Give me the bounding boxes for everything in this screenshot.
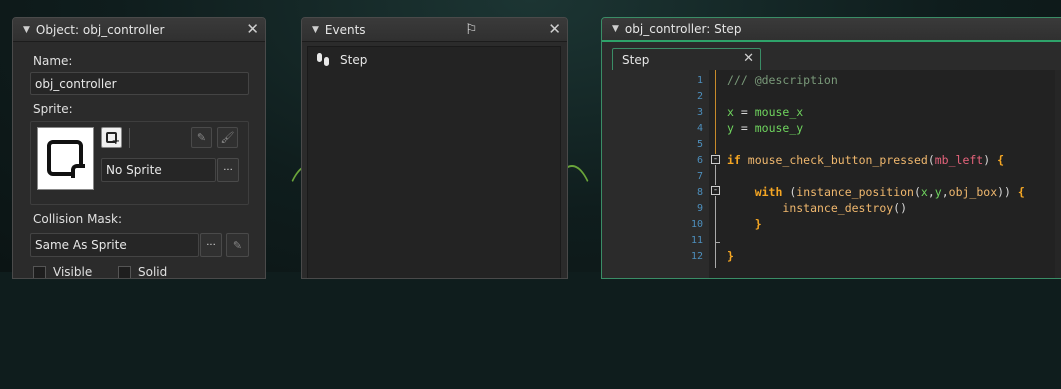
object-properties-panel: ▼ Object: obj_controller ✕ Name: obj_con… [12, 17, 266, 279]
footprint-right [324, 57, 329, 66]
object-name-field[interactable]: obj_controller [30, 72, 249, 95]
visible-label: Visible [53, 265, 93, 279]
events-list: Step [307, 46, 561, 278]
line-number: 1 [696, 75, 703, 86]
object-panel-titlebar[interactable]: ▼ Object: obj_controller ✕ [13, 18, 265, 42]
line-number: 2 [696, 91, 703, 102]
flag-icon[interactable]: ⚐ [465, 22, 478, 38]
tab-step[interactable]: Step ✕ [612, 48, 761, 71]
triangle-down-icon[interactable]: ▼ [612, 24, 619, 34]
events-panel: ▼ Events ⚐ ✕ Step [301, 17, 568, 279]
triangle-down-icon[interactable]: ▼ [312, 25, 319, 35]
sprite-menu-button[interactable]: ··· [217, 158, 239, 182]
object-panel-title: Object: obj_controller [35, 22, 165, 37]
code-line-12: } [727, 249, 734, 263]
line-number: 6 [696, 155, 703, 166]
line-number: 4 [696, 123, 703, 134]
sprite-preview[interactable] [37, 127, 94, 190]
events-panel-titlebar[interactable]: ▼ Events ⚐ ✕ [302, 18, 567, 42]
line-number-gutter: 1 2 3 4 5 6 7 8 9 10 11 12 [609, 70, 709, 278]
footsteps-icon [316, 52, 332, 68]
code-line-9: instance_destroy() [782, 201, 908, 215]
line-number: 12 [690, 251, 703, 262]
fold-line [715, 242, 716, 268]
events-panel-title: Events [324, 22, 366, 37]
line-number: 10 [690, 219, 703, 230]
code-editor-panel: ▼ obj_controller: Step Step ✕ 1 2 3 4 5 … [601, 17, 1061, 279]
code-line-1: /// @description [727, 73, 838, 87]
code-line-4: y = mouse_y [727, 121, 804, 135]
code-line-8: with (instance_position(x,y,obj_box)) { [754, 185, 1025, 199]
line-number: 3 [696, 107, 703, 118]
new-sprite-icon: + [106, 132, 120, 147]
tab-step-label: Step [622, 53, 650, 67]
name-label: Name: [33, 54, 73, 68]
sprite-toolbar-divider [129, 128, 130, 148]
sprite-label: Sprite: [33, 102, 73, 116]
close-icon[interactable]: ✕ [743, 51, 754, 66]
no-sprite-icon-corner [71, 164, 85, 178]
brush-icon: 🖌 [220, 131, 235, 144]
code-text[interactable]: /// @description x = mouse_x y = mouse_y… [727, 70, 1061, 278]
close-icon[interactable]: ✕ [246, 21, 259, 37]
collision-mask-select[interactable]: Same As Sprite [30, 233, 199, 257]
code-line-3: x = mouse_x [727, 105, 804, 119]
code-scrollbar[interactable] [1055, 70, 1061, 278]
collision-mask-label: Collision Mask: [33, 212, 123, 226]
edit-sprite-button[interactable]: ✎ [191, 127, 212, 148]
code-panel-title: obj_controller: Step [624, 22, 742, 36]
visible-checkbox[interactable] [33, 266, 46, 278]
close-icon[interactable]: ✕ [548, 21, 561, 37]
solid-label: Solid [138, 265, 168, 279]
collision-mask-menu-button[interactable]: ··· [200, 233, 222, 257]
line-number: 11 [690, 235, 703, 246]
fold-line [715, 70, 716, 154]
edit-icon: ✎ [196, 131, 207, 144]
fold-line [715, 165, 716, 185]
sprite-select[interactable]: No Sprite [101, 158, 216, 182]
line-number: 8 [696, 187, 703, 198]
line-number: 9 [696, 203, 703, 214]
line-number: 5 [696, 139, 703, 150]
footprint-left [317, 53, 322, 62]
fold-minus-icon[interactable]: - [711, 155, 720, 164]
collision-mask-edit-button[interactable]: ✎ [226, 233, 249, 257]
fold-line [715, 196, 716, 242]
code-panel-titlebar[interactable]: ▼ obj_controller: Step [602, 18, 1061, 42]
line-number: 7 [696, 171, 703, 182]
solid-checkbox[interactable] [118, 266, 131, 278]
code-line-10: } [754, 217, 762, 231]
triangle-down-icon[interactable]: ▼ [23, 25, 30, 35]
fold-margin: - - [709, 70, 723, 278]
code-line-6: if mouse_check_button_pressed(mb_left) { [727, 153, 1005, 167]
code-area[interactable]: 1 2 3 4 5 6 7 8 9 10 11 12 - - /// @desc… [609, 70, 1061, 278]
new-sprite-button[interactable]: + [101, 127, 122, 148]
fold-minus-icon[interactable]: - [711, 186, 720, 195]
event-item-step[interactable]: Step [308, 49, 560, 71]
brush-button[interactable]: 🖌 [217, 127, 238, 148]
edit-icon: ✎ [232, 238, 243, 252]
event-label: Step [340, 53, 368, 67]
plus-mark: + [111, 136, 120, 147]
